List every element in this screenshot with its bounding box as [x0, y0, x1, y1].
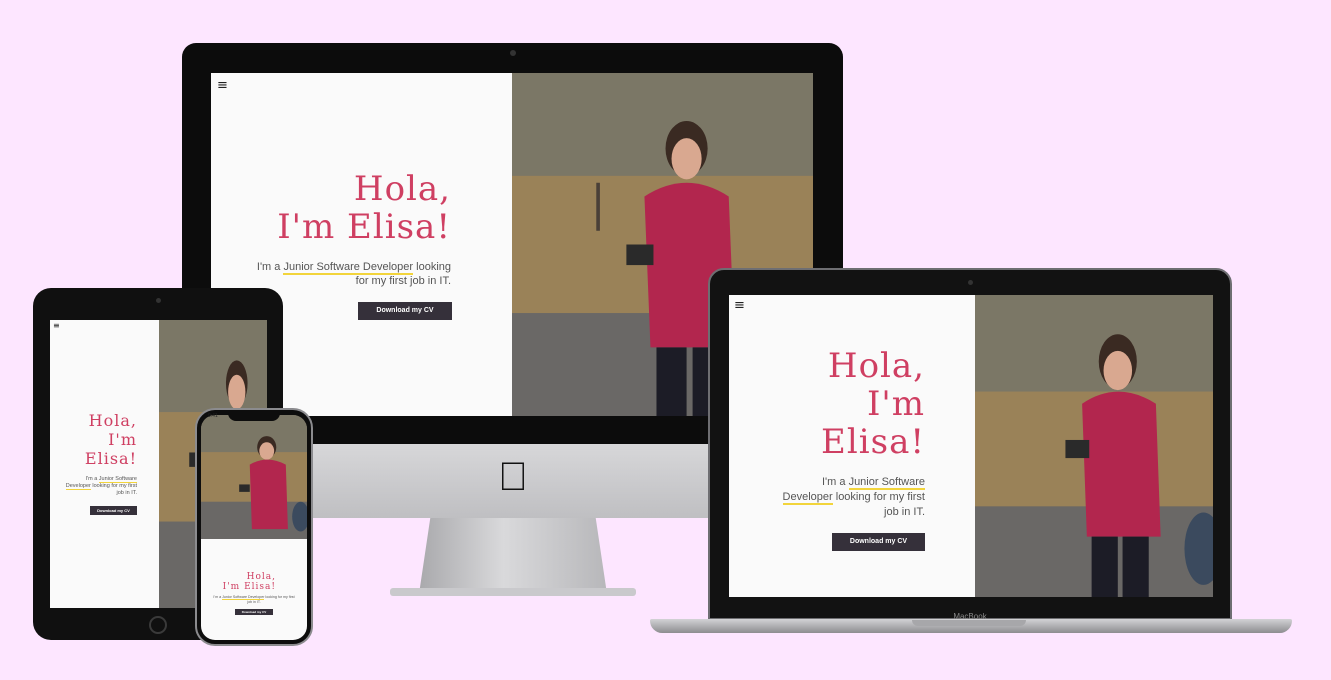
intro-prefix: I'm a: [822, 476, 849, 488]
hero-photo-illustration: [201, 415, 307, 539]
intro-text: I'm a Junior Software Developer looking …: [251, 260, 451, 288]
intro-text: I'm a Junior Software Developer looking …: [775, 475, 925, 520]
greeting-line-2: I'm Elisa!: [222, 581, 276, 592]
macbook-brand-label: MacBook: [953, 612, 987, 621]
iphone-hero-photo: [201, 415, 307, 539]
greeting-word-1: Hola,: [827, 346, 925, 386]
apple-logo-icon: : [495, 456, 531, 498]
imac-camera: [510, 50, 516, 56]
intro-suffix: looking for my first job in IT.: [90, 483, 137, 496]
greeting-word-2: I'm: [108, 429, 137, 449]
ipad-screen-content: ≡ Hola, I'm Elisa! I'm a Junior Software…: [50, 320, 159, 608]
hero-greeting: Hola, I'm Elisa!: [222, 572, 276, 593]
hamburger-menu-icon[interactable]: ≡: [53, 322, 60, 330]
intro-suffix: looking for my first job in IT.: [832, 491, 925, 518]
intro-prefix: I'm a: [85, 476, 99, 482]
greeting-word-3: Elisa!: [821, 422, 925, 463]
download-cv-button[interactable]: Download my CV: [235, 609, 273, 615]
greeting-word-2: I'm: [866, 384, 925, 425]
device-mockup-showcase: ≡ Hola, I'm Elisa! I'm a Junior Software…: [0, 0, 1331, 680]
iphone-status-time: 9:41: [208, 413, 218, 419]
iphone-screen-content: Hola, I'm Elisa! I'm a Junior Software D…: [201, 539, 307, 640]
macbook-hero-photo: [975, 295, 1213, 597]
intro-text: I'm a Junior Software Developer looking …: [65, 476, 137, 497]
hero-photo-illustration: [975, 295, 1213, 597]
intro-prefix: I'm a: [213, 595, 223, 599]
hero-greeting: Hola, I'm Elisa!: [277, 170, 451, 246]
hamburger-menu-icon[interactable]: ≡: [217, 79, 228, 92]
macbook-screen-content: ≡ Hola, I'm Elisa! I'm a Junior Software…: [729, 295, 975, 597]
imac-foot: [390, 588, 636, 596]
iphone-notch: [228, 412, 280, 421]
intro-prefix: I'm a: [256, 261, 284, 273]
intro-highlight: Junior Software Developer: [283, 261, 414, 275]
greeting-line-2: I'm Elisa!: [277, 207, 451, 248]
greeting-word-1: Hola,: [88, 411, 137, 430]
macbook-camera: [968, 280, 973, 285]
hamburger-menu-icon[interactable]: ≡: [734, 299, 745, 312]
greeting-word-3: Elisa!: [84, 448, 137, 468]
hero-greeting: Hola, I'm Elisa!: [821, 347, 925, 461]
hero-greeting: Hola, I'm Elisa!: [84, 411, 137, 469]
ipad-home-button[interactable]: [149, 616, 167, 634]
download-cv-button[interactable]: Download my CV: [90, 506, 137, 515]
download-cv-button[interactable]: Download my CV: [832, 533, 925, 551]
greeting-line-1: Hola,: [353, 169, 451, 209]
imac-stand: [419, 518, 607, 594]
ipad-camera: [156, 298, 161, 303]
download-cv-button[interactable]: Download my CV: [358, 302, 452, 320]
intro-text: I'm a Junior Software Developer looking …: [213, 595, 295, 604]
